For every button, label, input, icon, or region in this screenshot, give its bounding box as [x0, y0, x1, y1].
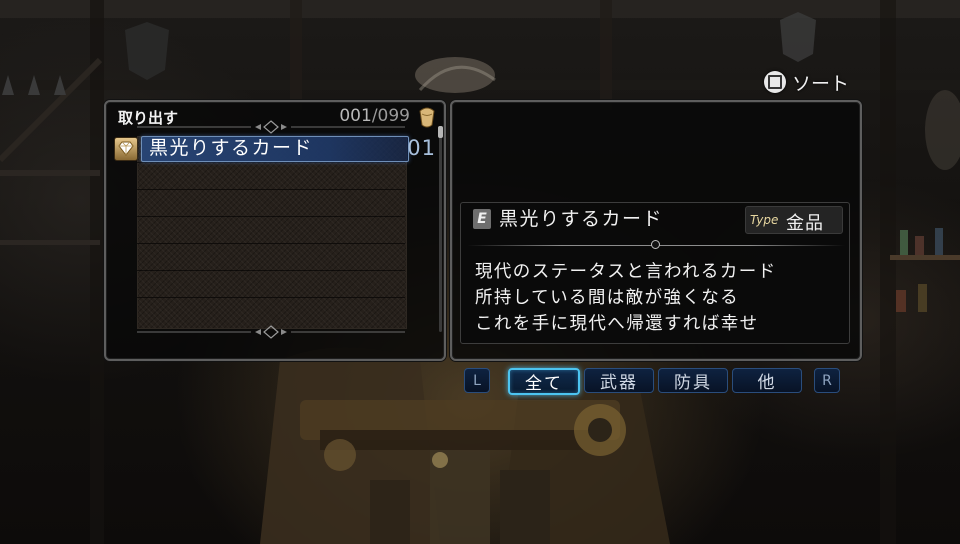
storage-list-panel: 取り出す 001/099 黒光りするカード 01	[104, 100, 446, 361]
r-shoulder-button[interactable]: R	[814, 368, 840, 393]
item-detail-panel: E 黒光りするカード Type 金品 現代のステータスと言われるカード 所持して…	[450, 100, 862, 361]
description-line: 所持している間は敵が強くなる	[475, 288, 740, 308]
detail-item-name: 黒光りするカード	[499, 208, 664, 230]
square-button-icon	[764, 71, 786, 93]
item-type-box: Type 金品	[745, 206, 843, 234]
item-list[interactable]	[137, 136, 407, 329]
l-shoulder-button[interactable]: L	[464, 368, 490, 393]
item-name: 黒光りするカード	[149, 137, 314, 159]
description-line: これを手に現代へ帰還すれば幸せ	[475, 314, 759, 334]
sort-label: ソート	[792, 72, 850, 95]
description-line: 現代のステータスと言われるカード	[475, 262, 777, 282]
list-scrollbar[interactable]	[438, 126, 444, 334]
equipment-badge: E	[473, 209, 491, 229]
item-quantity: 01	[407, 136, 436, 160]
tab-armor[interactable]: 防具	[658, 368, 728, 393]
scroll-bag-icon	[419, 107, 435, 128]
top-ornament	[137, 120, 405, 134]
item-detail-box: E 黒光りするカード Type 金品 現代のステータスと言われるカード 所持して…	[460, 202, 850, 344]
item-description: 現代のステータスと言われるカード 所持している間は敵が強くなる これを手に現代へ…	[475, 259, 777, 337]
gem-icon	[114, 137, 138, 161]
category-tabs: L 全て 武器 防具 他 R	[464, 366, 840, 395]
scrollbar-thumb[interactable]	[438, 126, 443, 138]
type-label: Type	[750, 213, 779, 227]
sort-button[interactable]: ソート	[764, 68, 849, 96]
tab-all[interactable]: 全て	[508, 368, 580, 395]
tab-weapons[interactable]: 武器	[584, 368, 654, 393]
tab-other[interactable]: 他	[732, 368, 802, 393]
bottom-ornament	[137, 325, 405, 339]
list-item[interactable]: 黒光りするカード 01	[114, 136, 436, 162]
type-value: 金品	[786, 213, 824, 234]
